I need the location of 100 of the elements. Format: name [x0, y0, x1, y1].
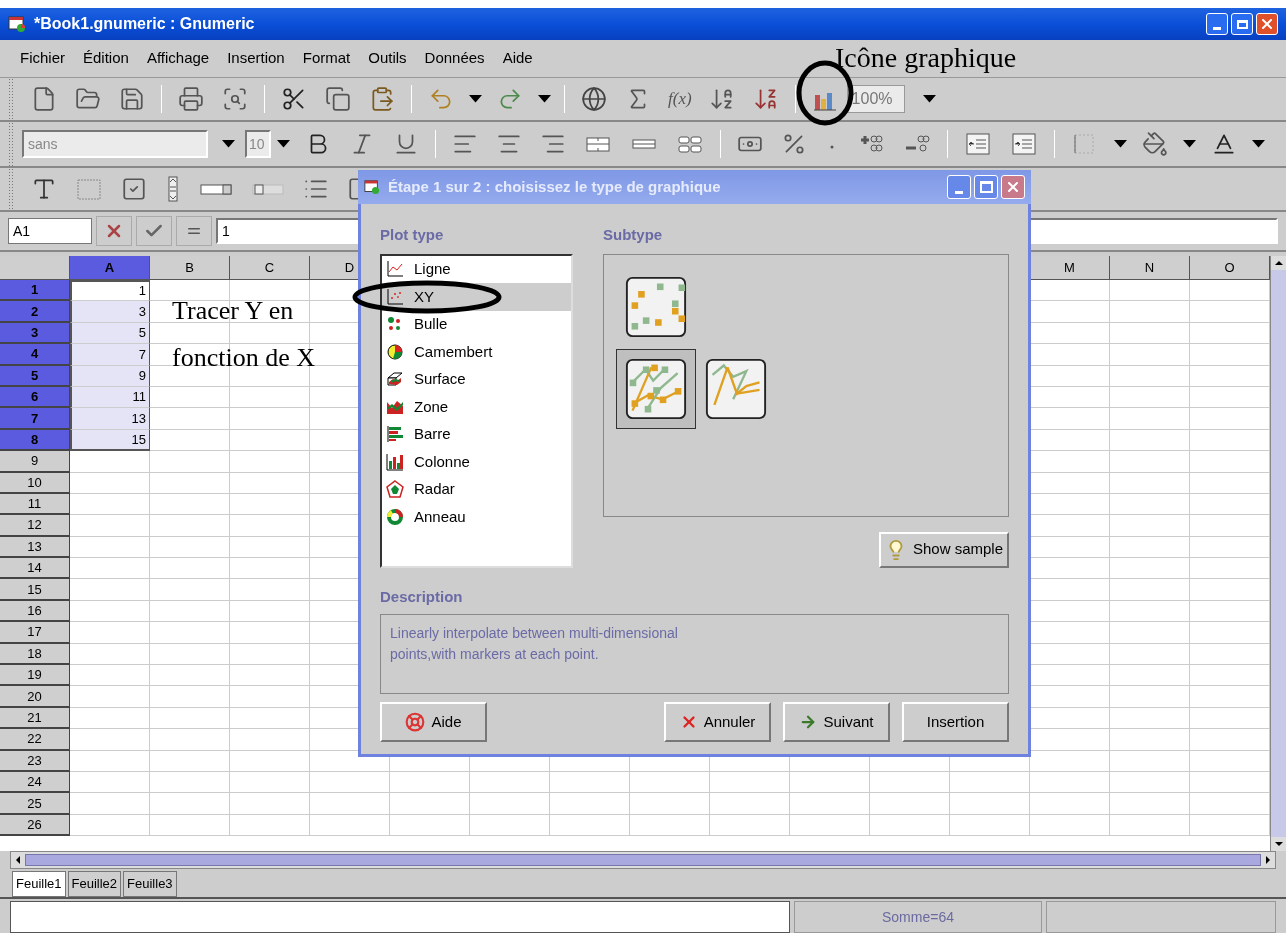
menu-item[interactable]: Aide [502, 47, 533, 70]
function-button[interactable]: f(x) [668, 86, 692, 112]
row-header[interactable]: 6 [0, 386, 70, 409]
menu-item[interactable]: Édition [83, 47, 129, 70]
accept-edit-button[interactable] [136, 216, 172, 246]
dropdown-arrow-icon[interactable] [469, 95, 482, 103]
dropdown-arrow-icon[interactable] [922, 95, 936, 103]
column-header[interactable]: A [70, 256, 150, 280]
row-header[interactable]: 19 [0, 665, 70, 687]
sort-descending-icon[interactable] [752, 86, 779, 112]
menu-item[interactable]: Format [302, 47, 351, 70]
row-header[interactable]: 22 [0, 729, 70, 751]
row-header[interactable]: 1 [0, 280, 70, 302]
checkbox-icon[interactable] [121, 176, 147, 202]
dropdown-arrow-icon[interactable] [277, 140, 290, 148]
paste-icon[interactable] [369, 86, 395, 112]
row-header[interactable]: 23 [0, 750, 70, 772]
copy-icon[interactable] [325, 86, 351, 112]
menu-item[interactable]: Données [424, 47, 485, 70]
equals-button[interactable] [176, 216, 212, 246]
folder-icon[interactable] [75, 86, 101, 112]
column-header[interactable]: N [1110, 256, 1190, 280]
plot-type-item[interactable]: Radar [382, 475, 571, 503]
insert-button[interactable]: Insertion [902, 702, 1009, 742]
plot-type-item[interactable]: Anneau [382, 503, 571, 531]
menu-item[interactable]: Fichier [20, 47, 65, 70]
sheet-tab[interactable]: Feuille2 [67, 871, 122, 897]
dropdown-arrow-icon[interactable] [1114, 140, 1127, 148]
row-header[interactable]: 5 [0, 365, 70, 387]
sheet-tab[interactable]: Feuille1 [12, 871, 66, 897]
dropdown-arrow-icon[interactable] [222, 140, 235, 148]
close-button[interactable] [1256, 13, 1278, 35]
globe-icon[interactable] [581, 86, 607, 112]
minimize-button[interactable] [1206, 13, 1228, 35]
scroll-up-icon[interactable] [1271, 256, 1286, 270]
corner-header[interactable] [0, 256, 70, 280]
scrollbar-icon[interactable] [165, 175, 181, 203]
restore-button[interactable] [1231, 13, 1253, 35]
printer-icon[interactable] [178, 86, 204, 112]
zoom-field[interactable]: 100% [846, 85, 905, 113]
sheet-tab[interactable]: Feuille3 [123, 871, 177, 897]
row-header[interactable]: 16 [0, 600, 70, 623]
cancel-edit-button[interactable] [96, 216, 132, 246]
column-header[interactable]: C [230, 256, 310, 280]
row-header[interactable]: 13 [0, 536, 70, 559]
row-header[interactable]: 12 [0, 515, 70, 537]
help-button[interactable]: Aide [380, 702, 487, 742]
row-header[interactable]: 21 [0, 707, 70, 730]
sort-ascending-icon[interactable] [708, 86, 735, 112]
maximize-button[interactable] [974, 175, 998, 199]
menu-item[interactable]: Insertion [227, 47, 285, 70]
dropdown-arrow-icon[interactable] [538, 95, 551, 103]
cancel-button[interactable]: Annuler [664, 702, 771, 742]
menu-item[interactable]: Outils [368, 47, 407, 70]
annotation-text: Icône graphique [835, 44, 1017, 72]
plot-type-item[interactable]: Bulle [382, 310, 571, 338]
save-icon[interactable] [119, 86, 145, 112]
cell-reference-field[interactable]: A1 [8, 218, 92, 244]
subtype-option[interactable] [616, 348, 696, 429]
row-header[interactable]: 3 [0, 322, 70, 345]
plot-type-item[interactable]: Colonne [382, 448, 571, 476]
row-header[interactable]: 4 [0, 344, 70, 366]
new-file-icon[interactable] [31, 86, 57, 112]
row-header[interactable]: 20 [0, 686, 70, 708]
scroll-down-icon[interactable] [1271, 837, 1286, 851]
fill-color-icon[interactable] [1142, 131, 1168, 157]
vertical-scrollbar[interactable] [1270, 256, 1286, 851]
row-header[interactable]: 18 [0, 643, 70, 666]
plot-type-item[interactable]: Barre [382, 420, 571, 448]
close-button[interactable] [1001, 175, 1025, 199]
plot-type-item[interactable]: Zone [382, 393, 571, 421]
show-sample-button[interactable]: Show sample [878, 531, 1009, 568]
dropdown-arrow-icon[interactable] [1183, 140, 1196, 148]
label-icon[interactable] [31, 176, 57, 202]
row-header[interactable]: 7 [0, 408, 70, 430]
row-header[interactable]: 9 [0, 451, 70, 473]
horizontal-scrollbar[interactable] [10, 851, 1276, 869]
row-header[interactable]: 25 [0, 793, 70, 815]
row-header[interactable]: 8 [0, 429, 70, 452]
row-header[interactable]: 10 [0, 472, 70, 494]
menu-item[interactable]: Affichage [146, 47, 210, 70]
next-button[interactable]: Suivant [783, 702, 890, 742]
plot-type-item[interactable]: Surface [382, 365, 571, 393]
row-header[interactable]: 15 [0, 579, 70, 601]
row-header[interactable]: 2 [0, 301, 70, 323]
row-header[interactable]: 26 [0, 814, 70, 837]
column-header[interactable]: B [150, 256, 230, 280]
row-header[interactable]: 11 [0, 493, 70, 516]
dropdown-arrow-icon[interactable] [1252, 140, 1265, 148]
row-header[interactable]: 24 [0, 772, 70, 794]
minimize-button[interactable] [947, 175, 971, 199]
surface-chart-icon [386, 370, 404, 389]
row-header[interactable]: 17 [0, 622, 70, 644]
column-header[interactable]: O [1190, 256, 1270, 280]
print-preview-icon[interactable] [222, 86, 248, 112]
row-header[interactable]: 14 [0, 558, 70, 580]
column-header[interactable]: M [1030, 256, 1110, 280]
outdent-icon[interactable] [964, 130, 992, 158]
indent-icon[interactable] [1010, 130, 1038, 158]
plot-type-item[interactable]: Camembert [382, 338, 571, 366]
